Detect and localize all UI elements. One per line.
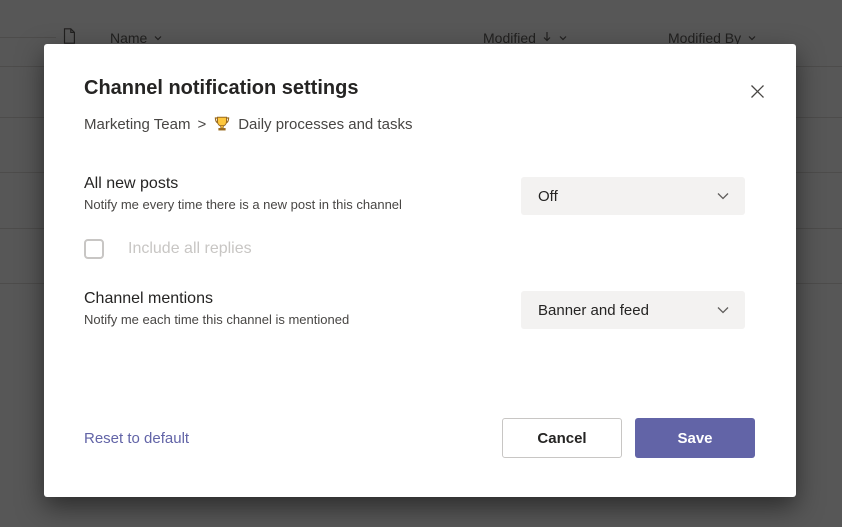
trophy-emoji-icon	[213, 115, 231, 133]
chevron-down-icon	[715, 302, 731, 318]
channel-notification-settings-dialog: Channel notification settings Marketing …	[44, 44, 796, 497]
channel-mentions-dropdown[interactable]: Banner and feed	[521, 291, 745, 329]
include-all-replies-row: Include all replies	[84, 239, 252, 259]
setting-label: Channel mentions	[84, 288, 349, 309]
checkbox-label: Include all replies	[128, 240, 252, 258]
cancel-button[interactable]: Cancel	[502, 418, 622, 458]
dialog-title: Channel notification settings	[84, 77, 358, 100]
include-all-replies-checkbox[interactable]	[84, 239, 104, 259]
dropdown-selected-value: Off	[538, 188, 558, 205]
save-button[interactable]: Save	[635, 418, 755, 458]
setting-description: Notify me every time there is a new post…	[84, 196, 402, 213]
chevron-down-icon	[715, 188, 731, 204]
close-button[interactable]	[742, 76, 772, 106]
setting-label: All new posts	[84, 173, 402, 194]
setting-channel-mentions: Channel mentions Notify me each time thi…	[84, 288, 349, 328]
dropdown-selected-value: Banner and feed	[538, 302, 649, 319]
all-new-posts-dropdown[interactable]: Off	[521, 177, 745, 215]
breadcrumb-separator: >	[197, 116, 206, 133]
setting-all-new-posts: All new posts Notify me every time there…	[84, 173, 402, 213]
footer-buttons: Cancel Save	[502, 418, 755, 458]
setting-description: Notify me each time this channel is ment…	[84, 311, 349, 328]
breadcrumb: Marketing Team > Daily processes and tas…	[84, 115, 412, 133]
breadcrumb-team: Marketing Team	[84, 116, 190, 133]
breadcrumb-channel: Daily processes and tasks	[238, 116, 412, 133]
reset-to-default-link[interactable]: Reset to default	[84, 418, 189, 458]
close-icon	[750, 84, 765, 99]
